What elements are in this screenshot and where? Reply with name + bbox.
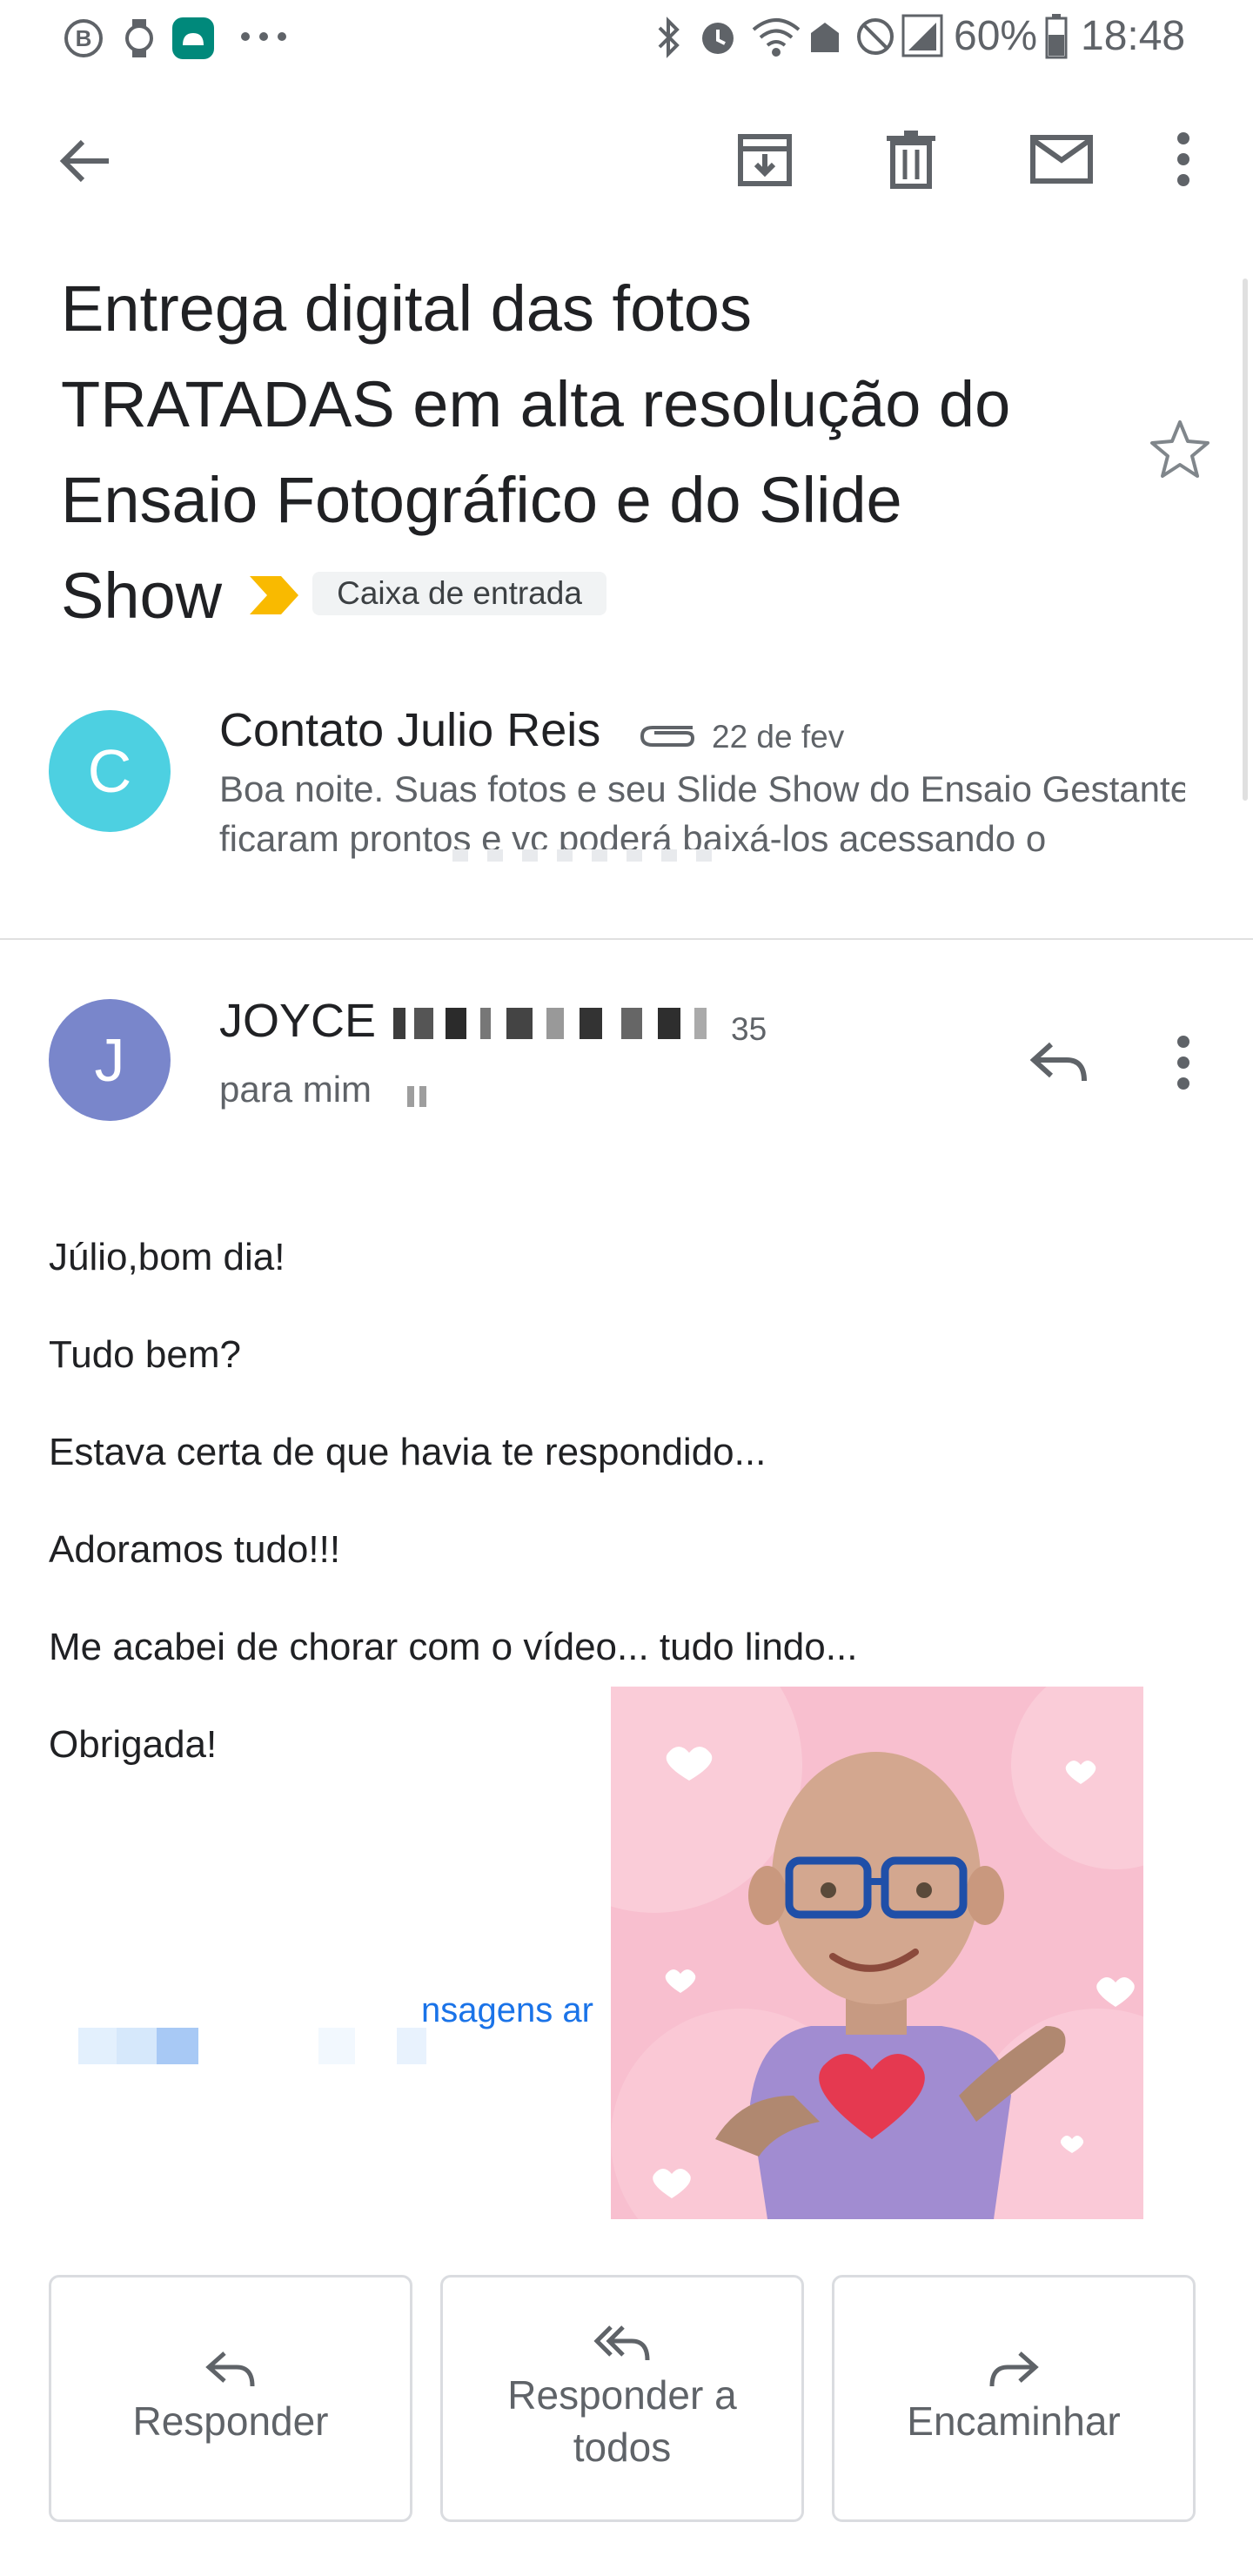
subject-line: Entrega digital das fotos [61,272,752,345]
message-date: 35 [731,1011,767,1047]
avatar: C [49,710,171,832]
avatar: J [49,999,171,1121]
forward-label: Encaminhar [907,2398,1121,2444]
reply-all-label-line: todos [573,2425,672,2470]
avatar-sticker-image [611,1687,1143,2219]
body-line: Adoramos tudo!!! [49,1528,341,1571]
star-outline-icon [1150,420,1209,478]
mail-icon [1030,135,1093,184]
sender-name: JOYCE [219,995,377,1047]
more-vert-icon [1177,132,1189,186]
body-line: Me acabei de chorar com o vídeo... tudo … [49,1626,858,1668]
bluetooth-icon [658,17,680,58]
reply-icon [205,2351,255,2387]
battery-percent: 60% [954,13,1038,59]
reply-all-action-button[interactable]: Responder a todos [440,2275,804,2522]
subject-line-last: Show Caixa de entrada [61,548,1122,644]
signal-icon [901,14,943,57]
avatar-letter: C [87,737,132,805]
attachment-icon [640,726,695,747]
recipient-line[interactable]: para mim [219,1069,372,1110]
message-date: 22 de fev [712,719,845,755]
more-vert-icon [1177,1036,1189,1090]
star-button[interactable] [1136,406,1223,493]
mark-unread-button[interactable] [1018,120,1105,198]
status-bar: B 60% 18:48 [0,0,1253,73]
message-divider [0,938,1253,940]
android-app-icon [172,17,214,59]
recipient-details-toggle[interactable] [407,1086,432,1107]
subject-line: TRATADAS em alta resolução do [61,368,1011,440]
arrow-back-icon [59,139,109,183]
alarm-icon [702,23,734,54]
reply-icon [1030,1042,1087,1082]
svg-text:B: B [76,25,92,51]
body-line: Tudo bem? [49,1333,241,1376]
body-line: Júlio,bom dia! [49,1236,285,1278]
house-icon [811,23,839,52]
body-line: Obrigada! [49,1723,218,1766]
avatar-letter: J [94,1026,125,1094]
reply-all-label-line: Responder a [507,2372,737,2418]
delete-button[interactable] [872,120,950,198]
reply-all-icon [593,2325,650,2361]
do-not-disturb-icon [857,18,894,55]
back-button[interactable] [45,122,124,200]
redaction-pixels [452,849,731,862]
snippet-line: Boa noite. Suas fotos e seu Slide Show d… [219,768,1185,809]
sender-name: Contato Julio Reis [219,704,601,756]
show-quoted-text-link[interactable]: nsagens ar [421,1991,593,2030]
notification-b-icon: B [64,19,103,57]
inbox-label-chip[interactable]: Caixa de entrada [312,572,606,616]
reply-action-button[interactable]: Responder [49,2275,412,2522]
archive-icon [738,134,792,186]
message-more-button[interactable] [1149,1023,1218,1102]
body-line: Estava certa de que havia te respondido.… [49,1431,767,1473]
forward-action-button[interactable]: Encaminhar [832,2275,1196,2522]
clock-time: 18:48 [1081,13,1186,59]
subject-line: Ensaio Fotográfico e do Slide [61,464,902,536]
reply-label: Responder [132,2398,329,2444]
archive-button[interactable] [726,120,804,198]
reply-button[interactable] [1020,1023,1098,1102]
more-notifications-icon [241,32,286,41]
trash-icon [887,131,935,189]
battery-icon [1045,14,1068,59]
redacted-sender-surname [393,1008,707,1039]
wifi-icon [752,18,801,57]
more-options-button[interactable] [1149,120,1218,198]
subject-line: Show [61,560,223,632]
watch-icon [125,19,153,57]
message-snippet: Boa noite. Suas fotos e seu Slide Show d… [219,764,1185,863]
forward-icon [989,2351,1039,2387]
blurred-pixels [78,2028,426,2064]
important-marker-icon[interactable] [248,574,300,616]
email-subject: Entrega digital das fotos TRATADAS em al… [61,261,1122,644]
